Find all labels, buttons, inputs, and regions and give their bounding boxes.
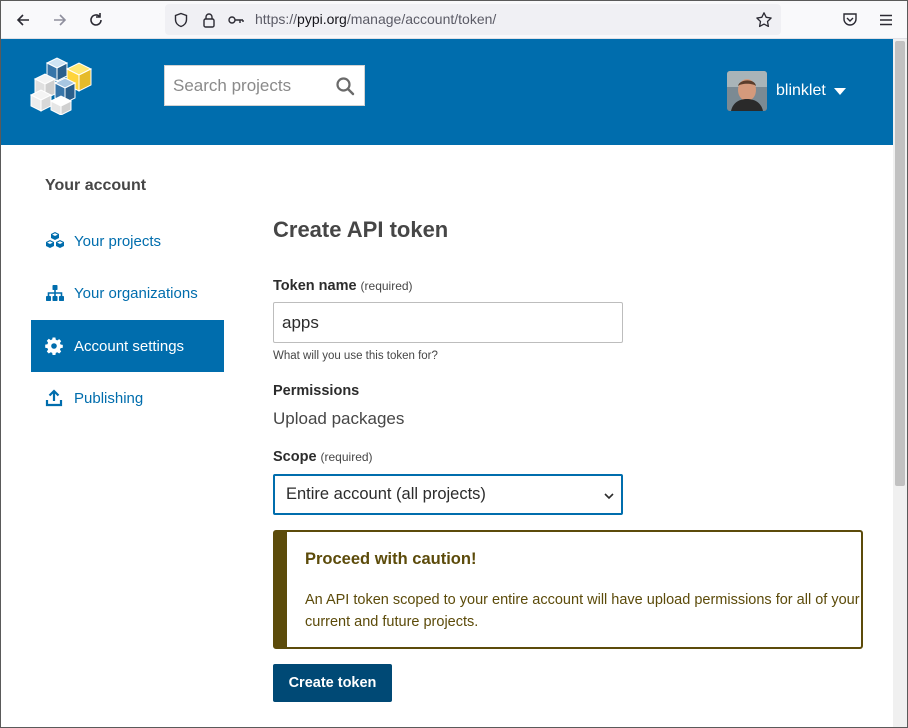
scope-selected-value: Entire account (all projects) xyxy=(286,485,486,503)
address-bar[interactable]: https://pypi.org/manage/account/token/ xyxy=(165,4,781,35)
url-scheme: https:// xyxy=(255,11,298,27)
token-name-label-text: Token name xyxy=(273,278,357,294)
lock-icon[interactable] xyxy=(200,11,218,29)
scope-label-text: Scope xyxy=(273,449,317,465)
required-marker: (required) xyxy=(320,450,373,464)
avatar xyxy=(727,71,767,111)
search-box xyxy=(164,65,365,106)
username: blinklet xyxy=(776,82,826,99)
sidebar-title: Your account xyxy=(45,177,147,194)
gear-icon xyxy=(45,336,67,356)
page-title: Create API token xyxy=(273,217,449,242)
pypi-logo[interactable] xyxy=(27,55,99,116)
url-host: pypi.org xyxy=(297,11,347,27)
sidebar-item-label: Your organizations xyxy=(74,284,198,302)
required-marker: (required) xyxy=(360,279,413,293)
shield-icon[interactable] xyxy=(172,11,190,29)
cubes-icon xyxy=(45,231,67,251)
user-menu[interactable]: blinklet xyxy=(727,71,846,111)
scope-label: Scope (required) xyxy=(273,449,373,465)
bookmark-star-icon[interactable] xyxy=(755,11,773,29)
sidebar-item-account-settings[interactable]: Account settings xyxy=(31,320,224,372)
site-header: blinklet xyxy=(1,39,893,145)
sitemap-icon xyxy=(45,283,67,303)
sidebar-item-your-projects[interactable]: Your projects xyxy=(31,215,224,267)
token-name-input[interactable] xyxy=(273,302,623,343)
caret-down-icon xyxy=(833,87,846,95)
permissions-value: Upload packages xyxy=(273,409,405,428)
forward-icon[interactable] xyxy=(48,8,72,32)
caution-text: An API token scoped to your entire accou… xyxy=(305,592,860,630)
key-icon[interactable] xyxy=(227,11,245,29)
token-name-label: Token name (required) xyxy=(273,278,413,294)
search-input[interactable] xyxy=(165,66,325,105)
browser-window: https://pypi.org/manage/account/token/ S… xyxy=(0,0,908,728)
upload-icon xyxy=(45,388,67,408)
sidebar-item-label: Publishing xyxy=(74,389,144,407)
caution-callout: Proceed with caution! An API token scope… xyxy=(273,530,863,649)
chevron-down-icon xyxy=(603,488,615,507)
scope-select[interactable]: Entire account (all projects) xyxy=(273,474,623,515)
pocket-icon[interactable] xyxy=(838,8,862,32)
browser-toolbar: https://pypi.org/manage/account/token/ xyxy=(1,1,907,39)
sidebar-item-label: Account settings xyxy=(74,337,185,355)
caution-title: Proceed with caution! xyxy=(305,550,477,568)
token-name-help: What will you use this token for? xyxy=(273,350,438,362)
sidebar-item-publishing[interactable]: Publishing xyxy=(31,372,224,424)
back-icon[interactable] xyxy=(11,8,35,32)
permissions-label: Permissions xyxy=(273,383,360,399)
scrollbar-thumb[interactable] xyxy=(895,41,905,486)
url-text[interactable]: https://pypi.org/manage/account/token/ xyxy=(255,11,496,27)
menu-icon[interactable] xyxy=(874,8,898,32)
sidebar-item-label: Your projects xyxy=(74,232,161,250)
url-path: /manage/account/token/ xyxy=(346,11,497,27)
sidebar-item-your-organizations[interactable]: Your organizations xyxy=(31,267,224,319)
scrollbar[interactable] xyxy=(893,39,907,727)
create-token-button[interactable]: Create token xyxy=(273,664,392,702)
reload-icon[interactable] xyxy=(84,8,108,32)
search-icon[interactable] xyxy=(333,74,357,98)
